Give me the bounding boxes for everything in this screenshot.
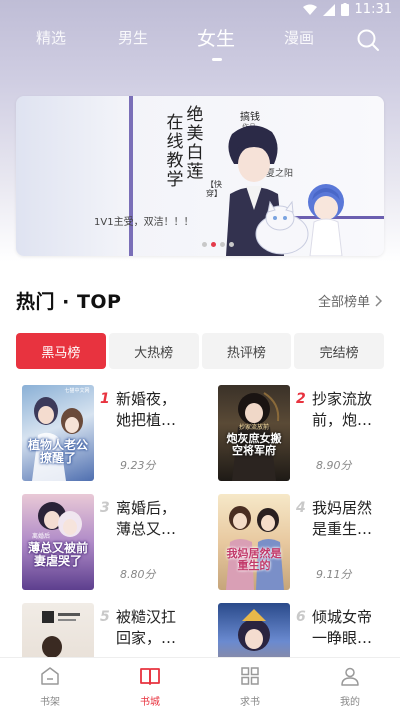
banner-title-col1: 在线教学 xyxy=(166,113,184,190)
user-icon xyxy=(341,667,359,686)
book-title: 被糙汉扛回家，… xyxy=(116,608,177,647)
book-cover[interactable]: 炮灰庶女搬空将军府 抄家流放前 xyxy=(218,385,290,481)
book-title: 新婚夜，她把植… xyxy=(116,390,177,429)
section-title: 热门 · TOP xyxy=(16,291,122,313)
book-score: 9.23分 xyxy=(120,459,156,472)
cover-illustration xyxy=(226,506,284,590)
all-rankings-label: 全部榜单 xyxy=(318,295,371,310)
book-item[interactable]: 我妈居然是重生的 4 我妈居然是重生… 9.11分 xyxy=(212,494,394,590)
cover-title: 薄总又被前妻虐哭了 xyxy=(27,541,88,569)
pagination-dot xyxy=(202,242,207,247)
book-item[interactable]: 植物人老公撩醒了 七猫中文网 1 新婚夜，她把植… 9.23分 xyxy=(16,385,198,481)
grid-icon xyxy=(241,667,259,685)
nav-bookshelf[interactable]: 书架 xyxy=(0,658,100,711)
nav-label: 书架 xyxy=(40,697,60,708)
tab-selected[interactable]: 精选 xyxy=(36,27,66,48)
book-cover[interactable]: 薄总又被前妻虐哭了 离婚后 xyxy=(22,494,94,590)
book-title: 抄家流放前，炮… xyxy=(312,390,373,429)
all-rankings-link[interactable]: 全部榜单 xyxy=(318,291,383,310)
tab-review[interactable]: 热评榜 xyxy=(201,333,292,369)
tab-female[interactable]: 女生 xyxy=(197,24,235,51)
nav-request-book[interactable]: 求书 xyxy=(200,658,300,711)
signal-icon xyxy=(322,3,335,16)
book-title: 我妈居然是重生… xyxy=(312,499,373,538)
nav-profile[interactable]: 我的 xyxy=(300,658,400,711)
pagination-dot xyxy=(229,242,234,247)
bottom-navigation: 书架 书城 求书 我的 xyxy=(0,657,400,711)
banner-divider xyxy=(129,96,133,256)
promo-banner[interactable]: 在线教学 绝美白莲 【快穿】 1V1主受，双洁！！！ 搞钱 作品 夏之阳 xyxy=(16,96,384,256)
nav-bookstore[interactable]: 书城 xyxy=(100,658,200,711)
cover-subtitle: 离婚后 xyxy=(31,533,50,540)
chevron-right-icon xyxy=(375,294,383,307)
category-tabs: 精选 男生 女生 漫画 xyxy=(0,27,400,57)
cover-title: 炮灰庶女搬空将军府 xyxy=(226,432,282,458)
book-cover[interactable]: 我妈居然是重生的 xyxy=(218,494,290,590)
pagination-dot xyxy=(220,242,225,247)
tab-comics[interactable]: 漫画 xyxy=(284,27,314,48)
tab-completed[interactable]: 完结榜 xyxy=(294,333,384,369)
cover-publisher: 七猫中文网 xyxy=(64,388,90,394)
bookshelf-icon xyxy=(41,667,59,685)
book-score: 8.90分 xyxy=(316,459,352,472)
banner-title-col2: 绝美白莲 xyxy=(186,105,204,182)
cover-illustration xyxy=(32,397,83,481)
status-time: 11:31 xyxy=(354,2,392,17)
tab-hot[interactable]: 大热榜 xyxy=(108,333,199,369)
ranking-tabs: 黑马榜 大热榜 热评榜 完结榜 xyxy=(16,333,384,369)
cover-title: 我妈居然是重生的 xyxy=(226,547,282,573)
banner-subtitle: 1V1主受，双洁！！！ xyxy=(94,217,194,228)
banner-pagination xyxy=(202,242,234,247)
rank-number: 3 xyxy=(100,500,110,516)
cover-subtitle: 抄家流放前 xyxy=(238,424,269,431)
cover-title: 植物人老公撩醒了 xyxy=(28,438,89,466)
rank-number: 2 xyxy=(296,391,306,407)
book-score: 9.11分 xyxy=(316,568,352,581)
book-title: 离婚后，薄总又… xyxy=(116,499,177,538)
banner-illustration xyxy=(226,125,344,256)
rank-number: 6 xyxy=(296,609,306,625)
book-item[interactable]: 薄总又被前妻虐哭了 离婚后 3 离婚后，薄总又… 8.80分 xyxy=(16,494,198,590)
status-bar: 11:31 xyxy=(0,0,400,20)
tab-male[interactable]: 男生 xyxy=(118,27,148,48)
nav-label: 求书 xyxy=(240,697,260,708)
battery-icon xyxy=(340,3,349,16)
book-cover[interactable]: 植物人老公撩醒了 七猫中文网 xyxy=(22,385,94,481)
nav-label: 我的 xyxy=(340,697,360,708)
rank-number: 1 xyxy=(100,391,110,407)
book-open-icon xyxy=(140,668,160,685)
wifi-icon xyxy=(302,4,317,15)
nav-label: 书城 xyxy=(140,697,160,708)
search-icon[interactable] xyxy=(356,28,380,52)
book-item[interactable]: 炮灰庶女搬空将军府 抄家流放前 2 抄家流放前，炮… 8.90分 xyxy=(212,385,394,481)
active-tab-indicator xyxy=(212,58,222,61)
pagination-dot-active xyxy=(211,242,216,247)
banner-author: 搞钱 xyxy=(240,112,260,123)
rank-number: 4 xyxy=(296,500,306,516)
rank-number: 5 xyxy=(100,609,110,625)
book-score: 8.80分 xyxy=(120,568,156,581)
tab-dark-horse[interactable]: 黑马榜 xyxy=(16,333,106,369)
book-title: 倾城女帝一睁眼… xyxy=(312,608,373,647)
